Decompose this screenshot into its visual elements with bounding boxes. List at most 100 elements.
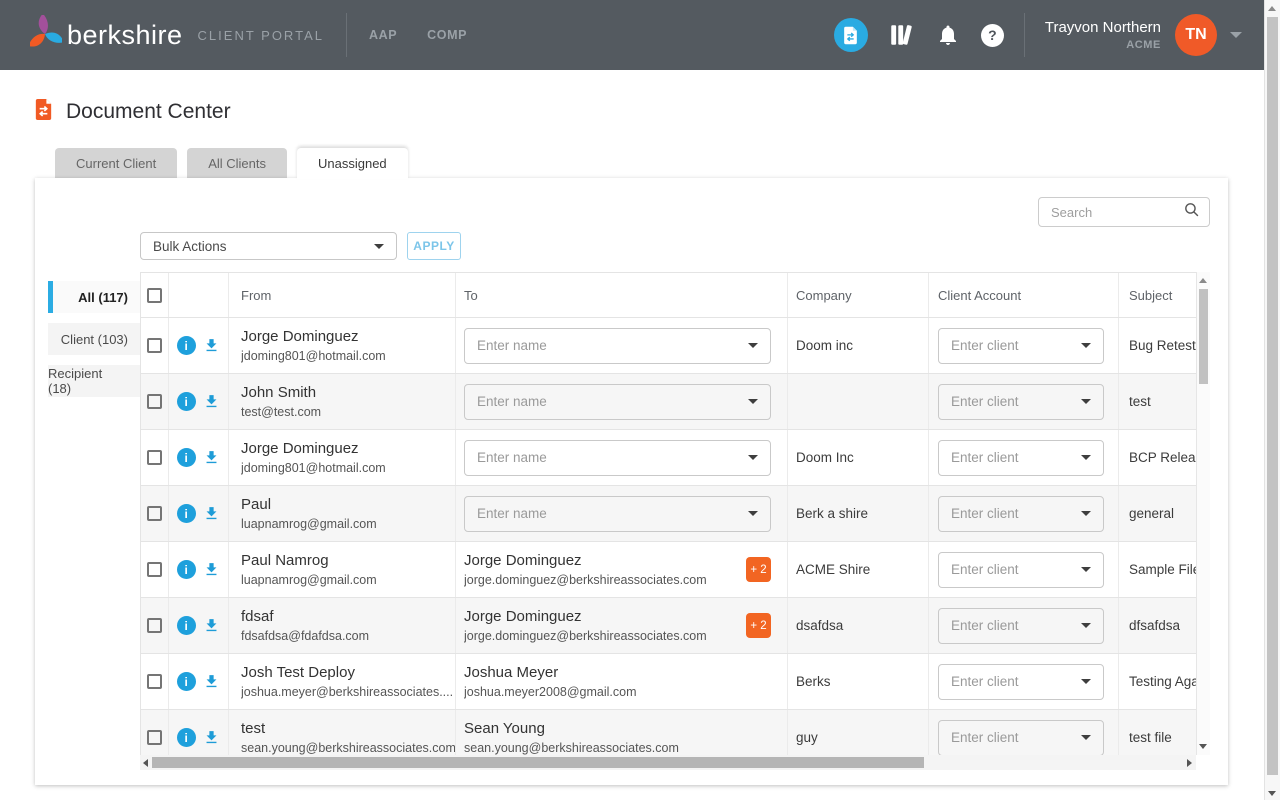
vertical-scroll-thumb[interactable] bbox=[1199, 289, 1208, 384]
info-icon[interactable] bbox=[177, 560, 196, 579]
client-account-dropdown[interactable]: Enter client bbox=[938, 720, 1104, 756]
from-email: joshua.meyer@berkshireassociates.... bbox=[241, 685, 453, 699]
tab-bar: Current Client All Clients Unassigned bbox=[55, 148, 408, 179]
info-icon[interactable] bbox=[177, 336, 196, 355]
chevron-down-icon bbox=[1081, 623, 1091, 628]
browser-scroll-up-arrow[interactable] bbox=[1268, 6, 1276, 11]
download-icon[interactable] bbox=[203, 617, 220, 634]
to-name: Joshua Meyer bbox=[464, 664, 771, 681]
subject-value: Testing Again bbox=[1129, 674, 1196, 689]
recipient-count-badge[interactable]: + 2 bbox=[746, 557, 771, 582]
bulk-actions-dropdown[interactable]: Bulk Actions bbox=[140, 232, 397, 260]
from-name: John Smith bbox=[241, 384, 321, 401]
chevron-down-icon bbox=[1081, 455, 1091, 460]
download-icon[interactable] bbox=[203, 449, 220, 466]
from-email: sean.young@berkshireassociates.com bbox=[241, 741, 455, 755]
scroll-down-arrow[interactable] bbox=[1199, 744, 1207, 749]
nav-item-comp[interactable]: COMP bbox=[427, 28, 467, 42]
download-icon[interactable] bbox=[203, 337, 220, 354]
table-row: Josh Test Deploy joshua.meyer@berkshirea… bbox=[141, 654, 1196, 710]
tab-all-clients[interactable]: All Clients bbox=[187, 148, 287, 179]
row-checkbox[interactable] bbox=[147, 338, 162, 353]
info-icon[interactable] bbox=[177, 672, 196, 691]
filter-list: All (117) Client (103) Recipient (18) bbox=[48, 281, 140, 407]
table-row: test sean.young@berkshireassociates.com … bbox=[141, 710, 1196, 755]
row-checkbox[interactable] bbox=[147, 506, 162, 521]
chevron-down-icon bbox=[1081, 343, 1091, 348]
nav-item-aap[interactable]: AAP bbox=[369, 28, 397, 42]
nav-right: ? Trayvon Northern ACME TN bbox=[834, 13, 1242, 57]
user-info: Trayvon Northern ACME bbox=[1045, 19, 1161, 51]
tab-current-client[interactable]: Current Client bbox=[55, 148, 177, 179]
scroll-left-arrow[interactable] bbox=[143, 759, 148, 767]
brand-logo[interactable]: berkshire CLIENT PORTAL bbox=[30, 15, 324, 56]
client-account-dropdown[interactable]: Enter client bbox=[938, 328, 1104, 364]
user-name: Trayvon Northern bbox=[1045, 19, 1161, 36]
info-icon[interactable] bbox=[177, 728, 196, 747]
top-navbar: berkshire CLIENT PORTAL AAP COMP bbox=[0, 0, 1264, 70]
avatar[interactable]: TN bbox=[1175, 14, 1217, 56]
download-icon[interactable] bbox=[203, 673, 220, 690]
row-checkbox[interactable] bbox=[147, 562, 162, 577]
page-title: Document Center bbox=[66, 100, 231, 124]
header-company: Company bbox=[796, 288, 852, 303]
company-value: Berks bbox=[796, 674, 831, 689]
company-value: Berk a shire bbox=[796, 506, 868, 521]
help-icon[interactable]: ? bbox=[981, 24, 1004, 47]
row-checkbox[interactable] bbox=[147, 674, 162, 689]
search-input[interactable] bbox=[1051, 205, 1183, 220]
row-checkbox[interactable] bbox=[147, 730, 162, 745]
browser-scroll-thumb[interactable] bbox=[1267, 17, 1278, 775]
scroll-right-arrow[interactable] bbox=[1187, 759, 1192, 767]
to-name-dropdown[interactable]: Enter name bbox=[464, 496, 771, 532]
apply-button[interactable]: APPLY bbox=[407, 232, 461, 260]
pinwheel-logo-icon bbox=[30, 15, 62, 56]
table-row: fdsaf fdsafdsa@fdafdsa.com Jorge Domingu… bbox=[141, 598, 1196, 654]
download-icon[interactable] bbox=[203, 729, 220, 746]
chevron-down-icon bbox=[1081, 511, 1091, 516]
client-account-dropdown[interactable]: Enter client bbox=[938, 496, 1104, 532]
notifications-bell-icon[interactable] bbox=[934, 21, 962, 49]
to-name-dropdown[interactable]: Enter name bbox=[464, 328, 771, 364]
select-all-checkbox[interactable] bbox=[147, 288, 162, 303]
user-menu-chevron-icon[interactable] bbox=[1230, 32, 1242, 38]
download-icon[interactable] bbox=[203, 393, 220, 410]
info-icon[interactable] bbox=[177, 504, 196, 523]
document-transfer-icon[interactable] bbox=[834, 18, 868, 52]
nav-divider bbox=[1024, 13, 1025, 57]
to-email: sean.young@berkshireassociates.com bbox=[464, 741, 771, 755]
horizontal-scroll-thumb[interactable] bbox=[152, 757, 924, 768]
subject-value: dfsafdsa bbox=[1129, 618, 1180, 633]
recipient-count-badge[interactable]: + 2 bbox=[746, 613, 771, 638]
to-email: jorge.dominguez@berkshireassociates.com bbox=[464, 629, 746, 643]
download-icon[interactable] bbox=[203, 505, 220, 522]
info-icon[interactable] bbox=[177, 448, 196, 467]
download-icon[interactable] bbox=[203, 561, 220, 578]
client-account-dropdown[interactable]: Enter client bbox=[938, 384, 1104, 420]
info-icon[interactable] bbox=[177, 392, 196, 411]
row-checkbox[interactable] bbox=[147, 618, 162, 633]
browser-scrollbar bbox=[1264, 0, 1280, 800]
browser-scroll-down-arrow[interactable] bbox=[1268, 791, 1276, 796]
nav-icons: ? bbox=[834, 18, 1004, 52]
row-checkbox[interactable] bbox=[147, 450, 162, 465]
table-body: Jorge Dominguez jdoming801@hotmail.com E… bbox=[141, 318, 1196, 755]
info-icon[interactable] bbox=[177, 616, 196, 635]
scroll-up-arrow[interactable] bbox=[1199, 278, 1207, 283]
client-account-dropdown[interactable]: Enter client bbox=[938, 440, 1104, 476]
tab-unassigned[interactable]: Unassigned bbox=[297, 148, 408, 179]
to-name-dropdown[interactable]: Enter name bbox=[464, 384, 771, 420]
client-account-dropdown[interactable]: Enter client bbox=[938, 552, 1104, 588]
company-value: Doom inc bbox=[796, 338, 853, 353]
client-account-dropdown[interactable]: Enter client bbox=[938, 664, 1104, 700]
client-account-dropdown[interactable]: Enter client bbox=[938, 608, 1104, 644]
filter-all[interactable]: All (117) bbox=[48, 281, 140, 313]
search-icon[interactable] bbox=[1183, 201, 1200, 223]
filter-client[interactable]: Client (103) bbox=[48, 323, 140, 355]
from-name: Jorge Dominguez bbox=[241, 328, 386, 345]
library-icon[interactable] bbox=[887, 21, 915, 49]
to-name-dropdown[interactable]: Enter name bbox=[464, 440, 771, 476]
subject-value: test bbox=[1129, 394, 1151, 409]
filter-recipient[interactable]: Recipient (18) bbox=[48, 365, 140, 397]
row-checkbox[interactable] bbox=[147, 394, 162, 409]
